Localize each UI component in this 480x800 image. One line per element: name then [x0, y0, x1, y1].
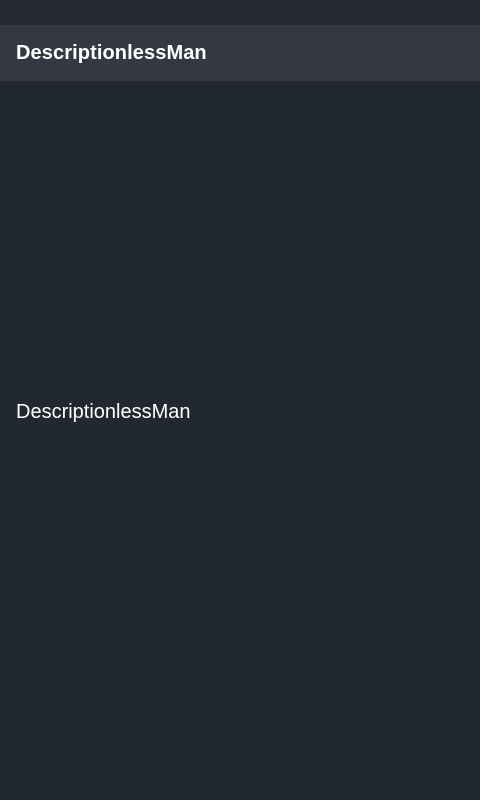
main-content: DescriptionlessMan [0, 81, 480, 800]
app-title: DescriptionlessMan [16, 41, 207, 64]
status-bar [0, 0, 480, 25]
app-screen: DescriptionlessMan DescriptionlessMan [0, 0, 480, 800]
main-text: DescriptionlessMan [16, 401, 191, 423]
app-bar: DescriptionlessMan [0, 25, 480, 81]
